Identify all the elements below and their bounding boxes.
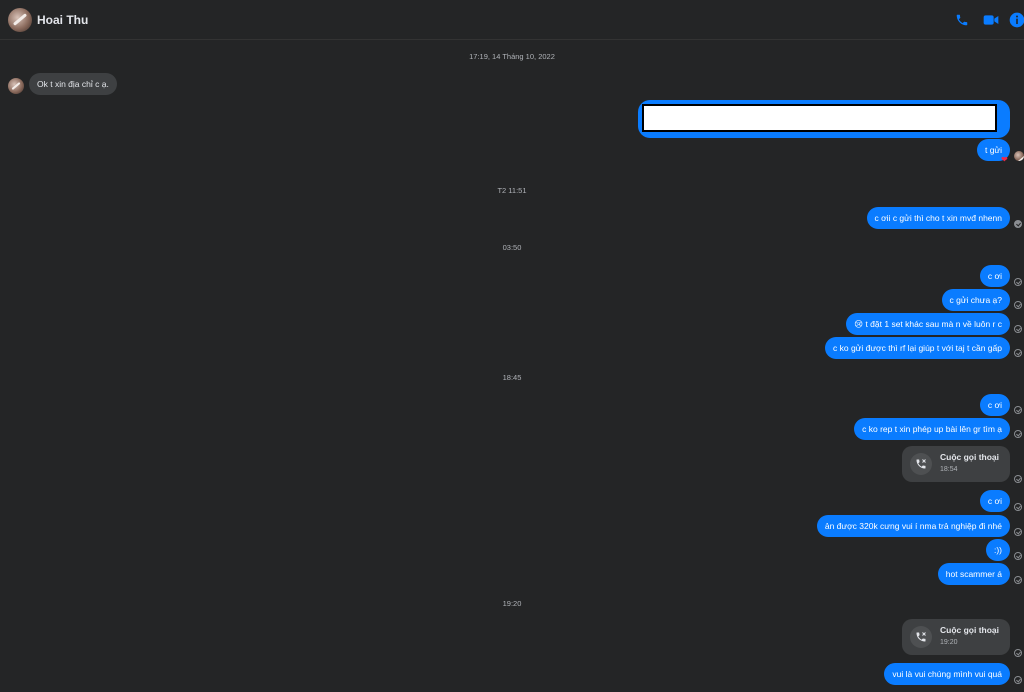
- sent-status-icon: [1014, 475, 1022, 483]
- outgoing-message[interactable]: c ơii c gửi thì cho t xin mvđ nhenn: [866, 207, 1010, 229]
- contact-avatar[interactable]: [8, 8, 32, 32]
- outgoing-message[interactable]: vui là vui chúng mình vui quá: [884, 663, 1010, 685]
- sent-status-icon: [1014, 676, 1022, 684]
- contact-avatar-small: [8, 78, 24, 94]
- redaction-box: [642, 104, 997, 132]
- sent-status-icon: [1014, 301, 1022, 309]
- timestamp: 19:20: [502, 599, 522, 608]
- timestamp: 18:45: [502, 373, 522, 382]
- delivered-status-icon: [1014, 220, 1022, 228]
- redacted-message[interactable]: [638, 100, 1010, 138]
- heart-reaction-icon[interactable]: ❤: [1001, 155, 1008, 164]
- outgoing-message[interactable]: c gửi chưa ạ?: [941, 289, 1010, 311]
- call-title: Cuộc gọi thoại: [940, 625, 1000, 635]
- sent-status-icon: [1014, 552, 1022, 560]
- phone-icon[interactable]: [953, 11, 971, 29]
- sent-status-icon: [1014, 528, 1022, 536]
- outgoing-message[interactable]: c ko gửi được thì rf lại giúp t với taj …: [825, 337, 1010, 359]
- info-icon[interactable]: [1008, 11, 1024, 29]
- outgoing-message[interactable]: c ơi: [979, 265, 1010, 287]
- video-icon[interactable]: [982, 11, 1000, 29]
- outgoing-message[interactable]: c ko rep t xin phép up bài lên gr tìm ạ: [854, 418, 1010, 440]
- sent-status-icon: [1014, 349, 1022, 357]
- incoming-message[interactable]: Ok t xin địa chỉ c ạ.: [29, 73, 117, 95]
- call-title: Cuộc gọi thoại: [940, 452, 1000, 462]
- timestamp: T2 11:51: [497, 186, 527, 195]
- call-time: 19:20: [940, 639, 958, 646]
- call-time: 18:54: [940, 466, 958, 473]
- sent-status-icon: [1014, 576, 1022, 584]
- sent-status-icon: [1014, 406, 1022, 414]
- sad-emoji-icon: 😢: [854, 319, 864, 329]
- outgoing-message[interactable]: 😢 t đặt 1 set khác sau mà n về luôn r c: [846, 313, 1010, 335]
- message-text: t đặt 1 set khác sau mà n về luôn r c: [865, 319, 1002, 329]
- seen-avatar: [1014, 151, 1024, 161]
- missed-call-card[interactable]: Cuộc gọi thoại 19:20: [902, 619, 1010, 655]
- contact-name[interactable]: Hoai Thu: [37, 13, 88, 27]
- timestamp: 03:50: [502, 243, 522, 252]
- missed-call-card[interactable]: Cuộc gọi thoại 18:54: [902, 446, 1010, 482]
- sent-status-icon: [1014, 649, 1022, 657]
- missed-call-icon: [910, 453, 932, 475]
- sent-status-icon: [1014, 430, 1022, 438]
- outgoing-message[interactable]: :)): [985, 539, 1010, 561]
- timestamp: 17:19, 14 Tháng 10, 2022: [469, 52, 555, 61]
- sent-status-icon: [1014, 503, 1022, 511]
- outgoing-message[interactable]: hot scammer á: [937, 563, 1010, 585]
- missed-call-icon: [910, 626, 932, 648]
- sent-status-icon: [1014, 325, 1022, 333]
- chat-header: Hoai Thu: [0, 0, 1024, 40]
- outgoing-message[interactable]: ản được 320k cưng vui í nma trả nghiệp đ…: [816, 515, 1010, 537]
- sent-status-icon: [1014, 278, 1022, 286]
- outgoing-message[interactable]: c ơi: [979, 394, 1010, 416]
- outgoing-message[interactable]: c ơi: [979, 490, 1010, 512]
